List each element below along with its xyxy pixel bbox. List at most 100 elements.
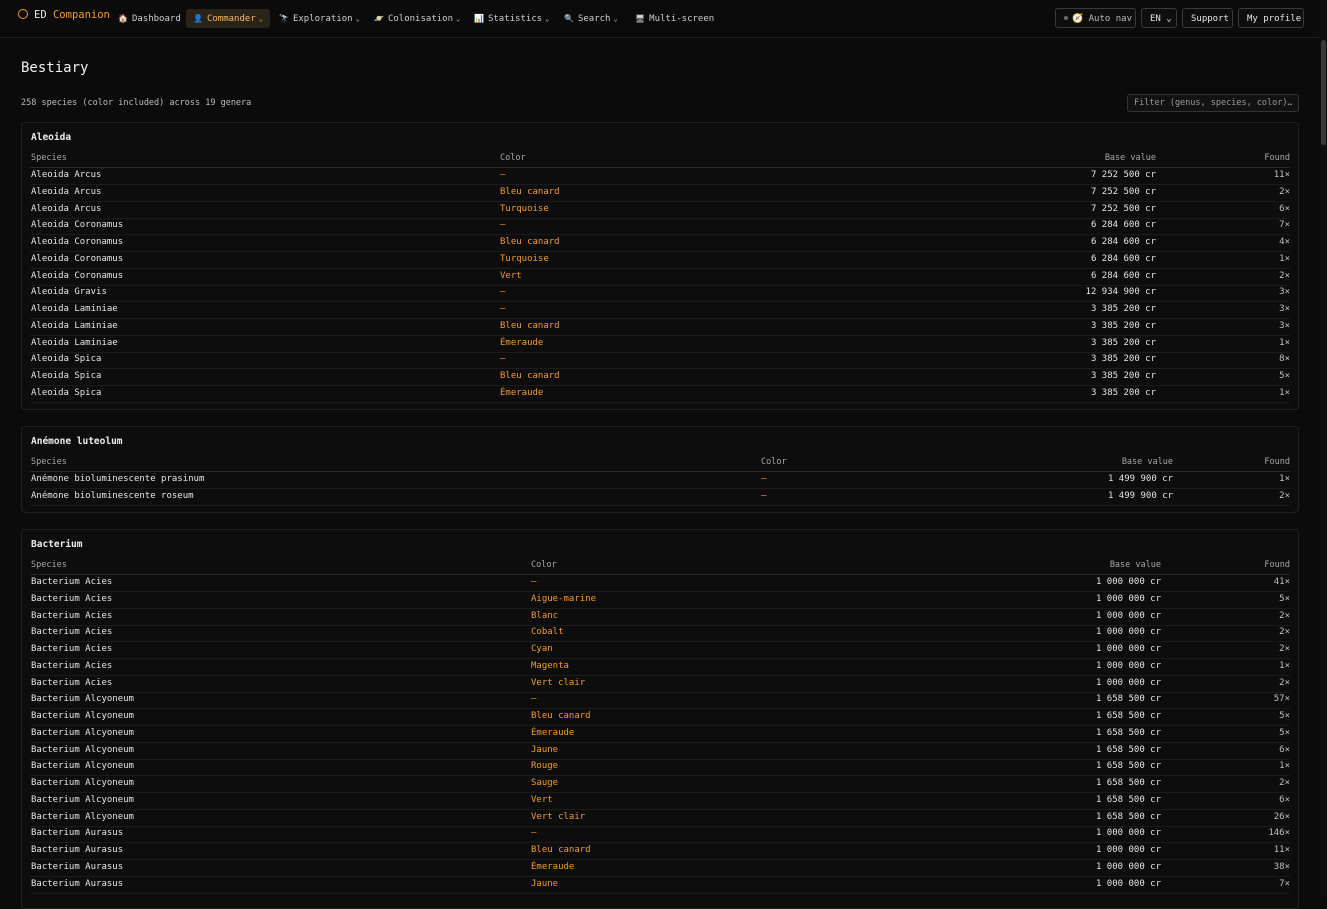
found-count-cell: 26×	[1273, 811, 1290, 822]
table-row[interactable]: Bacterium Aurasus — 1 000 000 cr 146×	[30, 825, 1290, 844]
table-row[interactable]: Bacterium Acies Cyan 1 000 000 cr 2×	[30, 641, 1290, 659]
base-value-cell: 1 000 000 cr	[1095, 644, 1161, 654]
base-value-cell: 7 252 500 cr	[1090, 186, 1156, 197]
base-value-cell: 1 000 000 cr	[1095, 878, 1161, 889]
found-count-cell: 4×	[1279, 237, 1290, 247]
color-column-header[interactable]: Color	[500, 150, 526, 167]
nav-label: Statistics	[487, 14, 543, 24]
table-row[interactable]: Aleoida Arcus Bleu canard 7 252 500 cr 2×	[30, 184, 1290, 202]
found-column-header[interactable]: Found	[1264, 557, 1290, 574]
table-row[interactable]: Aleoida Spica — 3 385 200 cr 8×	[30, 351, 1290, 370]
value-column-header[interactable]: Base value	[1110, 557, 1161, 574]
my-profile-button[interactable]: My profile	[1238, 8, 1304, 28]
table-row[interactable]: Bacterium Alcyoneum Vert 1 658 500 cr 6×	[30, 792, 1290, 810]
table-row[interactable]: Aleoida Arcus Turquoise 7 252 500 cr 6×	[30, 201, 1290, 219]
species-column-header[interactable]: Species	[31, 150, 67, 167]
table-row[interactable]: Bacterium Acies Aigue-marine 1 000 000 cr 5…	[30, 591, 1290, 609]
table-row[interactable]: Aleoida Coronamus Vert 6 284 600 cr 2×	[30, 268, 1290, 286]
base-value-cell: 1 658 500 cr	[1095, 744, 1161, 755]
color-column-header[interactable]: Color	[531, 557, 557, 574]
found-column-header[interactable]: Found	[1264, 454, 1290, 471]
filter-input[interactable]	[1127, 94, 1299, 112]
table-row[interactable]: Bacterium Acies Cobalt 1 000 000 cr 2×	[30, 624, 1290, 643]
base-value-cell: 1 658 500 cr	[1095, 778, 1161, 788]
table-row[interactable]: Bacterium Alcyoneum Bleu canard 1 658 500 …	[30, 708, 1290, 726]
base-value-cell: 1 658 500 cr	[1095, 711, 1161, 721]
species-column-header[interactable]: Species	[31, 557, 67, 574]
found-column-header[interactable]: Found	[1264, 150, 1290, 167]
species-cell: Bacterium Aurasus	[31, 861, 124, 872]
table-row[interactable]: Anémone bioluminescente roseum — 1 499 900…	[30, 488, 1290, 506]
table-row[interactable]: Bacterium Alcyoneum Émeraude 1 658 500 cr 5…	[30, 725, 1290, 743]
base-value-cell: 3 385 200 cr	[1090, 320, 1156, 331]
found-count-cell: 1×	[1279, 660, 1290, 671]
nav-colonisation[interactable]: 🪐 Colonisation ⌄	[367, 9, 467, 28]
species-column-header[interactable]: Species	[31, 454, 67, 471]
table-row[interactable]: Bacterium Aurasus Émeraude 1 000 000 cr 38×	[30, 859, 1290, 877]
support-button[interactable]: Support	[1182, 8, 1233, 28]
chevron-down-icon: ⌄	[456, 15, 461, 23]
color-cell: Jaune	[531, 744, 559, 755]
base-value-cell: 6 284 600 cr	[1090, 237, 1156, 247]
table-row[interactable]: Bacterium Alcyoneum Sauge 1 658 500 cr 2×	[30, 775, 1290, 793]
base-value-cell: 1 658 500 cr	[1095, 761, 1161, 772]
species-cell: Aleoida Coronamus	[31, 237, 124, 247]
color-cell: —	[500, 220, 506, 231]
nav-exploration[interactable]: 🔭 Exploration ⌄	[272, 9, 367, 28]
species-cell: Aleoida Spica	[31, 354, 102, 365]
table-row[interactable]: Aleoida Coronamus Bleu canard 6 284 600 cr…	[30, 234, 1290, 252]
nav-search[interactable]: 🔍 Search ⌄	[557, 9, 625, 28]
base-value-cell: 1 000 000 cr	[1095, 577, 1161, 587]
table-row[interactable]: Aleoida Coronamus Turquoise 6 284 600 cr 1×	[30, 251, 1290, 269]
value-column-header[interactable]: Base value	[1122, 454, 1173, 471]
base-value-cell: 1 000 000 cr	[1095, 627, 1161, 638]
base-value-cell: 3 385 200 cr	[1090, 387, 1156, 398]
chevron-down-icon: ⌄	[545, 15, 550, 23]
color-column-header[interactable]: Color	[761, 454, 787, 471]
table-row[interactable]: Bacterium Acies — 1 000 000 cr 41×	[30, 574, 1290, 592]
page-scrollbar[interactable]	[1319, 0, 1327, 896]
table-row[interactable]: Aleoida Laminiae — 3 385 200 cr 3×	[30, 301, 1290, 319]
table-row[interactable]: Bacterium Acies Magenta 1 000 000 cr 1×	[30, 658, 1290, 676]
nav-label: Exploration	[292, 14, 353, 24]
found-count-cell: 5×	[1279, 711, 1290, 721]
nav-multi-screen[interactable]: 🖥 Multi-screen	[628, 9, 721, 28]
value-column-header[interactable]: Base value	[1105, 150, 1156, 167]
auto-nav-toggle[interactable]: 🧭 Auto nav	[1055, 8, 1136, 28]
found-count-cell: 5×	[1279, 727, 1290, 738]
table-row[interactable]: Bacterium Alcyoneum Rouge 1 658 500 cr 1×	[30, 758, 1290, 777]
species-cell: Aleoida Laminiae	[31, 337, 118, 348]
found-count-cell: 6×	[1279, 203, 1290, 214]
table-row[interactable]: Bacterium Alcyoneum — 1 658 500 cr 57×	[30, 691, 1290, 710]
table-row[interactable]: Bacterium Acies Vert clair 1 000 000 cr 2×	[30, 675, 1290, 693]
language-select[interactable]: EN ⌄	[1141, 8, 1177, 28]
table-row[interactable]: Aleoida Gravis — 12 934 900 cr 3×	[30, 284, 1290, 303]
table-row[interactable]: Bacterium Aurasus Jaune 1 000 000 cr 7×	[30, 876, 1290, 894]
monitor-icon: 🖥	[635, 14, 646, 23]
table-row[interactable]: Aleoida Laminiae Bleu canard 3 385 200 cr 3…	[30, 318, 1290, 336]
nav-commander[interactable]: 👤 Commander ⌄	[186, 9, 270, 28]
color-cell: Aigue-marine	[531, 593, 597, 604]
species-cell: Bacterium Acies	[31, 610, 113, 621]
table-row[interactable]: Bacterium Aurasus Bleu canard 1 000 000 cr…	[30, 842, 1290, 860]
found-count-cell: 2×	[1279, 627, 1290, 638]
table-row[interactable]: Bacterium Alcyoneum Vert clair 1 658 500 c…	[30, 809, 1290, 827]
nav-dashboard[interactable]: 🏠 Dashboard	[111, 9, 188, 28]
table-row[interactable]: Aleoida Spica Bleu canard 3 385 200 cr 5×	[30, 368, 1290, 386]
table-row[interactable]: Aleoida Laminiae Émeraude 3 385 200 cr 1×	[30, 335, 1290, 353]
table-row[interactable]: Anémone bioluminescente prasinum — 1 499 9…	[30, 471, 1290, 489]
found-count-cell: 2×	[1279, 778, 1290, 788]
table-row[interactable]: Aleoida Spica Émeraude 3 385 200 cr 1×	[30, 385, 1290, 403]
species-cell: Aleoida Laminiae	[31, 304, 118, 314]
nav-statistics[interactable]: 📊 Statistics ⌄	[467, 9, 556, 28]
base-value-cell: 1 658 500 cr	[1095, 727, 1161, 738]
scrollbar-thumb[interactable]	[1321, 40, 1326, 145]
species-cell: Bacterium Aurasus	[31, 828, 124, 839]
table-row[interactable]: Aleoida Coronamus — 6 284 600 cr 7×	[30, 217, 1290, 236]
table-row[interactable]: Bacterium Alcyoneum Jaune 1 658 500 cr 6×	[30, 742, 1290, 760]
brand-logo[interactable]: ED Companion	[18, 9, 110, 21]
base-value-cell: 1 000 000 cr	[1095, 845, 1161, 855]
table-row[interactable]: Bacterium Acies Blanc 1 000 000 cr 2×	[30, 608, 1290, 626]
species-cell: Bacterium Alcyoneum	[31, 778, 134, 788]
table-row[interactable]: Aleoida Arcus — 7 252 500 cr 11×	[30, 167, 1290, 185]
